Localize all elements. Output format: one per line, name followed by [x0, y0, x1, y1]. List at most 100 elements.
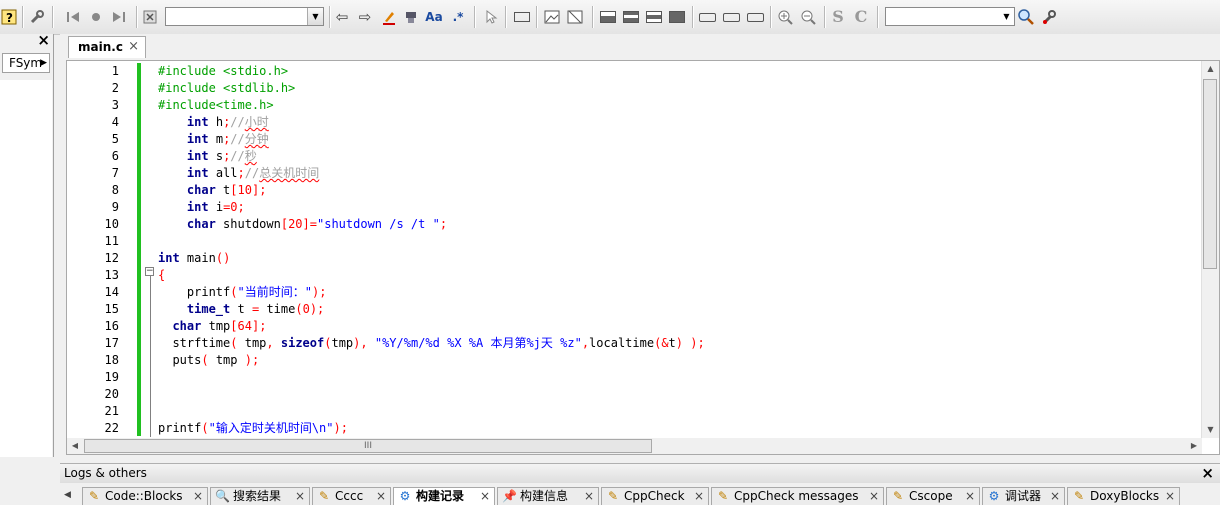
- close-icon[interactable]: ×: [480, 488, 490, 505]
- regex-icon[interactable]: .*: [449, 8, 467, 26]
- code-line[interactable]: printf("当前时间：");: [158, 284, 327, 301]
- vertical-scrollbar[interactable]: ▲ ▼: [1201, 61, 1219, 438]
- logs-tab[interactable]: ✎ DoxyBlocks ×: [1067, 487, 1180, 505]
- line-number: 16: [104, 319, 119, 333]
- rect-icon[interactable]: [722, 8, 740, 26]
- close-icon[interactable]: ×: [1050, 488, 1060, 505]
- code-line[interactable]: int s;//秒: [158, 148, 257, 165]
- search-icon[interactable]: [1017, 8, 1035, 26]
- code-line[interactable]: int i=0;: [158, 199, 245, 216]
- code-line[interactable]: {: [158, 267, 165, 284]
- chevron-down-icon[interactable]: ▼: [307, 8, 323, 25]
- logs-tab[interactable]: ✎ Cccc ×: [312, 487, 391, 505]
- code-line[interactable]: char shutdown[20]="shutdown /s /t ";: [158, 216, 447, 233]
- horizontal-scrollbar[interactable]: ◀ III ▶: [67, 438, 1202, 454]
- line-number: 18: [104, 353, 119, 367]
- close-icon[interactable]: ×: [1201, 464, 1214, 482]
- chevron-down-icon[interactable]: ▼: [999, 8, 1014, 25]
- code-line[interactable]: int all;//总关机时间: [158, 165, 319, 182]
- code-line[interactable]: puts( tmp );: [158, 352, 259, 369]
- main-toolbar: ? ▼ ⇦ ⇨ Aa .* S C ▼: [0, 0, 1220, 35]
- logs-tab[interactable]: ✎ CppCheck messages ×: [711, 487, 884, 505]
- symbol-combo[interactable]: ▼: [885, 7, 1015, 26]
- code-line[interactable]: char t[10];: [158, 182, 267, 199]
- code-line[interactable]: #include <stdio.h>: [158, 63, 288, 80]
- gear-icon: ⚙: [988, 489, 1000, 503]
- logs-tab[interactable]: 📌 构建信息 ×: [497, 487, 599, 505]
- logs-tab[interactable]: ✎ CppCheck ×: [601, 487, 709, 505]
- logs-tab[interactable]: ⚙ 调试器 ×: [982, 487, 1065, 505]
- symbol-s-icon[interactable]: S: [829, 8, 847, 26]
- settings-icon[interactable]: [28, 8, 46, 26]
- close-icon[interactable]: ×: [1165, 488, 1175, 505]
- code-line[interactable]: printf("输入定时关机时间\n");: [158, 420, 348, 437]
- code-line[interactable]: int m;//分钟: [158, 131, 269, 148]
- close-icon[interactable]: ×: [193, 488, 203, 505]
- find-combo[interactable]: ▼: [165, 7, 324, 26]
- close-icon[interactable]: ×: [37, 31, 50, 49]
- code-line[interactable]: char tmp[64];: [158, 318, 266, 335]
- fold-line: [150, 267, 151, 437]
- close-icon[interactable]: ×: [128, 39, 139, 54]
- image-icon[interactable]: [543, 8, 561, 26]
- block-icon[interactable]: [622, 8, 640, 26]
- logs-tab-label: Cccc: [335, 489, 364, 503]
- arrow-right-icon[interactable]: ⇨: [356, 8, 374, 26]
- block-icon[interactable]: [599, 8, 617, 26]
- jump-forward-icon[interactable]: [110, 8, 128, 26]
- scroll-thumb[interactable]: III: [84, 439, 652, 453]
- line-number: 17: [104, 336, 119, 350]
- line-number: 22: [104, 421, 119, 435]
- close-icon[interactable]: ×: [376, 488, 386, 505]
- jump-back-icon[interactable]: [64, 8, 82, 26]
- toggle-breakpoint-icon[interactable]: [87, 8, 105, 26]
- code-editor[interactable]: 1 2 3 4 5 6 7 8 9 10 11 12 13 14 15 16 17 18 19 20 21 22 − #i…: [66, 60, 1220, 455]
- highlight-icon[interactable]: [380, 8, 398, 26]
- line-number: 7: [111, 166, 119, 180]
- zoom-in-icon[interactable]: [776, 8, 794, 26]
- chevron-left-icon[interactable]: ◀: [64, 490, 71, 500]
- line-number: 8: [111, 183, 119, 197]
- logs-tab[interactable]: ✎ Cscope ×: [886, 487, 980, 505]
- select-icon[interactable]: [482, 8, 500, 26]
- logs-tab[interactable]: ✎ Code::Blocks ×: [82, 487, 208, 505]
- logs-tab[interactable]: 🔍 搜索结果 ×: [210, 487, 310, 505]
- scroll-up-icon[interactable]: ▲: [1202, 61, 1219, 77]
- logs-tab-label: Cscope: [909, 489, 953, 503]
- arrow-left-icon[interactable]: ⇦: [333, 8, 351, 26]
- clear-icon[interactable]: [141, 8, 159, 26]
- block-icon[interactable]: [645, 8, 663, 26]
- fold-toggle-icon[interactable]: −: [145, 267, 154, 276]
- stamp-icon[interactable]: [402, 8, 420, 26]
- code-line[interactable]: strftime( tmp, sizeof(tmp), "%Y/%m/%d %X…: [158, 335, 704, 352]
- tab-main-c[interactable]: main.c ×: [68, 36, 146, 58]
- code-line[interactable]: #include<time.h>: [158, 97, 274, 114]
- zoom-out-icon[interactable]: [799, 8, 817, 26]
- line-number-gutter: 1 2 3 4 5 6 7 8 9 10 11 12 13 14 15 16 17 18 19 20 21 22: [67, 61, 119, 438]
- chevron-right-icon[interactable]: ▶: [40, 54, 47, 72]
- close-icon[interactable]: ×: [584, 488, 594, 505]
- logs-tab[interactable]: ⚙ 构建记录 ×: [393, 487, 495, 505]
- symbol-c-icon[interactable]: C: [852, 8, 870, 26]
- rect-icon[interactable]: [746, 8, 764, 26]
- scroll-thumb[interactable]: [1203, 79, 1217, 269]
- scroll-down-icon[interactable]: ▼: [1202, 422, 1219, 438]
- code-line[interactable]: #include <stdlib.h>: [158, 80, 295, 97]
- close-icon[interactable]: ×: [869, 488, 879, 505]
- scroll-left-icon[interactable]: ◀: [67, 438, 83, 454]
- code-line[interactable]: time_t t = time(0);: [158, 301, 324, 318]
- close-icon[interactable]: ×: [694, 488, 704, 505]
- close-icon[interactable]: ×: [965, 488, 975, 505]
- close-icon[interactable]: ×: [295, 488, 305, 505]
- rect-icon[interactable]: [698, 8, 716, 26]
- match-case-icon[interactable]: Aa: [425, 8, 443, 26]
- block-icon[interactable]: [668, 8, 686, 26]
- code-line[interactable]: int h;//小时: [158, 114, 269, 131]
- code-line[interactable]: int main(): [158, 250, 230, 267]
- help-icon[interactable]: ?: [0, 8, 18, 26]
- rect-icon[interactable]: [513, 8, 531, 26]
- scroll-right-icon[interactable]: ▶: [1186, 438, 1202, 454]
- image-icon[interactable]: [566, 8, 584, 26]
- tab-fsymbols[interactable]: FSym ▶: [2, 53, 50, 73]
- wrench-icon[interactable]: [1040, 8, 1058, 26]
